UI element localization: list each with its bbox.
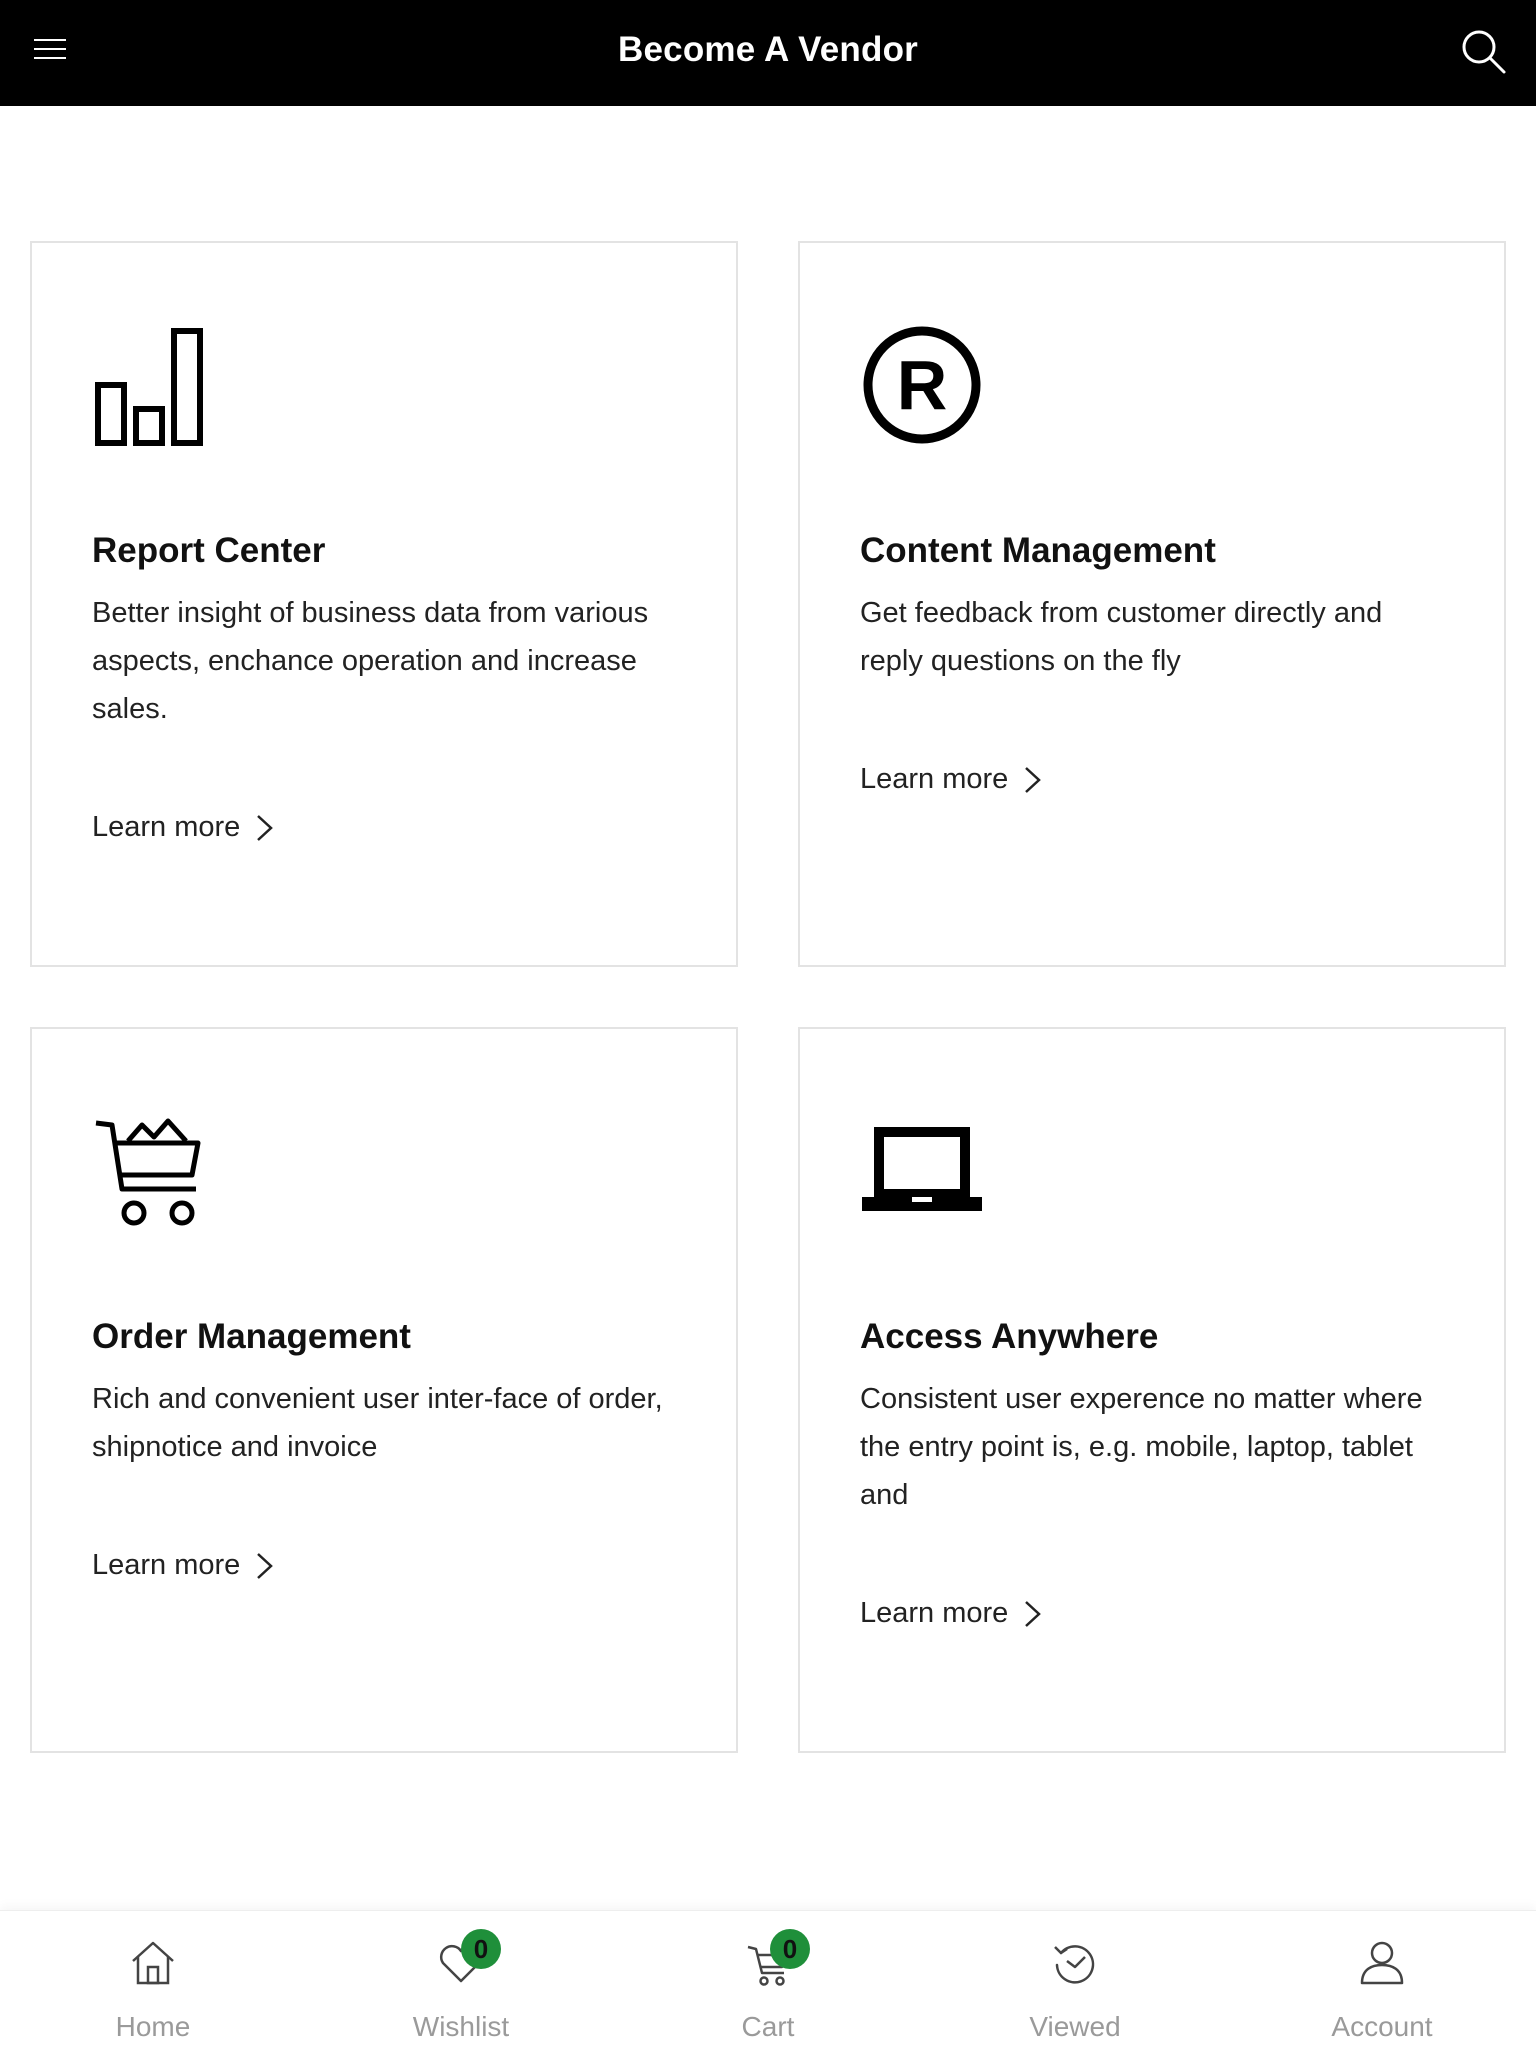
- nav-label-home: Home: [115, 2011, 191, 2042]
- nav-label-wishlist: Wishlist: [412, 2011, 510, 2042]
- feature-description: Consistent user experence no matter wher…: [860, 1383, 1423, 1511]
- learn-more-label: Learn more: [92, 1549, 241, 1581]
- history-icon: [1054, 1945, 1095, 1984]
- learn-more-label: Learn more: [860, 763, 1009, 795]
- chevron-right-icon: [257, 1552, 274, 1579]
- svg-text:R: R: [897, 346, 948, 424]
- cart-count-badge: 0: [770, 1929, 810, 1969]
- feature-card-order-management: Order Management Rich and convenient use…: [30, 1027, 738, 1753]
- nav-cart[interactable]: 0 Cart: [678, 1929, 858, 2048]
- nav-label-account: Account: [1331, 2011, 1433, 2042]
- learn-more-link[interactable]: Learn more: [92, 1549, 276, 1582]
- wishlist-count-badge: 0: [461, 1929, 501, 1969]
- registered-icon: R: [860, 323, 984, 447]
- learn-more-link[interactable]: Learn more: [860, 763, 1044, 796]
- bar-chart-icon: [92, 323, 216, 447]
- nav-account[interactable]: Account: [1292, 1929, 1472, 2048]
- feature-description: Rich and convenient user inter-face of o…: [92, 1383, 663, 1463]
- home-icon: [132, 1941, 174, 1985]
- chevron-right-icon: [1025, 766, 1042, 793]
- feature-title: Report Center: [92, 531, 326, 570]
- feature-description: Get feedback from customer directly and …: [860, 597, 1383, 677]
- nav-label-cart: Cart: [741, 2011, 795, 2042]
- learn-more-link[interactable]: Learn more: [92, 811, 276, 844]
- page-title: Become A Vendor: [618, 30, 918, 69]
- feature-card-report-center: Report Center Better insight of business…: [30, 241, 738, 967]
- chevron-right-icon: [1025, 1600, 1042, 1627]
- nav-wishlist[interactable]: 0 Wishlist: [371, 1929, 551, 2048]
- shopping-cart-icon: [92, 1109, 216, 1233]
- learn-more-label: Learn more: [860, 1597, 1009, 1629]
- nav-home[interactable]: Home: [63, 1929, 243, 2048]
- nav-viewed[interactable]: Viewed: [985, 1929, 1165, 2048]
- top-bar: Become A Vendor: [0, 0, 1536, 106]
- laptop-icon: [860, 1109, 984, 1233]
- learn-more-label: Learn more: [92, 811, 241, 843]
- feature-title: Order Management: [92, 1317, 411, 1356]
- chevron-right-icon: [257, 814, 274, 841]
- feature-card-access-anywhere: Access Anywhere Consistent user experenc…: [798, 1027, 1506, 1753]
- bottom-nav: Home 0 Wishlist 0 Cart Viewed Account: [0, 1910, 1536, 2048]
- learn-more-link[interactable]: Learn more: [860, 1597, 1044, 1630]
- feature-card-content-management: R Content Management Get feedback from c…: [798, 241, 1506, 967]
- user-icon: [1360, 1941, 1404, 1985]
- feature-title: Content Management: [860, 531, 1216, 570]
- search-icon[interactable]: [1458, 26, 1510, 78]
- feature-description: Better insight of business data from var…: [92, 597, 649, 725]
- nav-label-viewed: Viewed: [1029, 2011, 1121, 2042]
- feature-title: Access Anywhere: [860, 1317, 1159, 1356]
